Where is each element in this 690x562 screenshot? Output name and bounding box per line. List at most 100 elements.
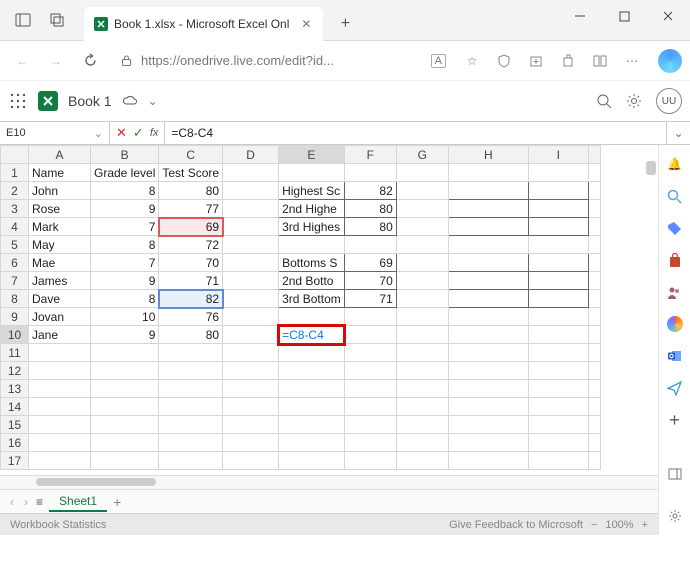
cell-D1[interactable]	[223, 164, 279, 182]
cell-D17[interactable]	[223, 452, 279, 470]
fx-icon[interactable]: fx	[150, 127, 159, 139]
hscroll-thumb[interactable]	[36, 478, 156, 486]
cell-G14[interactable]	[396, 398, 448, 416]
cell-A16[interactable]	[29, 434, 91, 452]
cell-A2[interactable]: John	[29, 182, 91, 200]
cell-C13[interactable]	[159, 380, 223, 398]
cell-D2[interactable]	[223, 182, 279, 200]
cell-B7[interactable]: 9	[91, 272, 159, 290]
nav-back-icon[interactable]: ←	[8, 47, 36, 75]
cell-G7[interactable]	[396, 272, 448, 290]
cell-A1[interactable]: Name	[29, 164, 91, 182]
cell-I16[interactable]	[528, 434, 588, 452]
people-icon[interactable]	[666, 283, 684, 301]
cell-A10[interactable]: Jane	[29, 326, 91, 344]
all-sheets-icon[interactable]: ≡	[36, 495, 43, 509]
more-icon[interactable]: ⋯	[622, 51, 642, 71]
cell-E11[interactable]	[279, 344, 345, 362]
cell-D15[interactable]	[223, 416, 279, 434]
cell-H12[interactable]	[448, 362, 528, 380]
cell-I1[interactable]	[528, 164, 588, 182]
cell-C7[interactable]: 71	[159, 272, 223, 290]
feedback-label[interactable]: Give Feedback to Microsoft	[449, 519, 583, 531]
cell-E16[interactable]	[279, 434, 345, 452]
formula-input[interactable]: =C8-C4	[165, 122, 666, 144]
cell-I10[interactable]	[528, 326, 588, 344]
send-icon[interactable]	[666, 379, 684, 397]
cell-A9[interactable]: Jovan	[29, 308, 91, 326]
vscroll-thumb[interactable]	[646, 161, 656, 175]
cell-A11[interactable]	[29, 344, 91, 362]
row-header-11[interactable]: 11	[1, 344, 29, 362]
cell-G8[interactable]	[396, 290, 448, 308]
row-header-10[interactable]: 10	[1, 326, 29, 344]
row-header-9[interactable]: 9	[1, 308, 29, 326]
cell-B10[interactable]: 9	[91, 326, 159, 344]
col-header-E[interactable]: E	[279, 146, 345, 164]
cell-H13[interactable]	[448, 380, 528, 398]
cell-I8[interactable]	[528, 290, 588, 308]
tag-icon[interactable]	[666, 219, 684, 237]
cell-I14[interactable]	[528, 398, 588, 416]
col-header-G[interactable]: G	[396, 146, 448, 164]
cell-I3[interactable]	[528, 200, 588, 218]
close-window-button[interactable]	[646, 0, 690, 32]
cell-E13[interactable]	[279, 380, 345, 398]
cell-D9[interactable]	[223, 308, 279, 326]
cell-B8[interactable]: 8	[91, 290, 159, 308]
cell-G17[interactable]	[396, 452, 448, 470]
cell-C1[interactable]: Test Score	[159, 164, 223, 182]
cell-A4[interactable]: Mark	[29, 218, 91, 236]
cell-D11[interactable]	[223, 344, 279, 362]
cell-B13[interactable]	[91, 380, 159, 398]
cell-A8[interactable]: Dave	[29, 290, 91, 308]
col-header-H[interactable]: H	[448, 146, 528, 164]
enter-formula-icon[interactable]: ✓	[133, 125, 144, 141]
zoom-out-button[interactable]: −	[591, 519, 597, 531]
cell-F16[interactable]	[344, 434, 396, 452]
cell-F4[interactable]: 80	[344, 218, 396, 236]
col-header-C[interactable]: C	[159, 146, 223, 164]
cell-H14[interactable]	[448, 398, 528, 416]
cell-I2[interactable]	[528, 182, 588, 200]
cell-D3[interactable]	[223, 200, 279, 218]
cell-F12[interactable]	[344, 362, 396, 380]
rail-search-icon[interactable]	[666, 187, 684, 205]
reading-mode-icon[interactable]: A	[431, 54, 446, 68]
cell-H1[interactable]	[448, 164, 528, 182]
cell-G6[interactable]	[396, 254, 448, 272]
cell-F5[interactable]	[344, 236, 396, 254]
cell-D12[interactable]	[223, 362, 279, 380]
extensions-icon[interactable]	[558, 51, 578, 71]
col-header-B[interactable]: B	[91, 146, 159, 164]
cell-H9[interactable]	[448, 308, 528, 326]
cell-E3[interactable]: 2nd Highe	[279, 200, 345, 218]
cell-C15[interactable]	[159, 416, 223, 434]
cell-C4[interactable]: 69	[159, 218, 223, 236]
row-header-17[interactable]: 17	[1, 452, 29, 470]
cell-D14[interactable]	[223, 398, 279, 416]
col-header-A[interactable]: A	[29, 146, 91, 164]
add-sheet-button[interactable]: +	[113, 494, 121, 510]
cell-G12[interactable]	[396, 362, 448, 380]
cell-F9[interactable]	[344, 308, 396, 326]
row-header-16[interactable]: 16	[1, 434, 29, 452]
collections-icon[interactable]	[526, 51, 546, 71]
cell-G5[interactable]	[396, 236, 448, 254]
cell-F10[interactable]	[344, 326, 396, 344]
cell-C3[interactable]: 77	[159, 200, 223, 218]
chevron-down-icon[interactable]: ⌄	[94, 127, 103, 140]
cell-A7[interactable]: James	[29, 272, 91, 290]
cell-I11[interactable]	[528, 344, 588, 362]
cell-G11[interactable]	[396, 344, 448, 362]
close-tab-icon[interactable]: ✕	[299, 15, 313, 33]
col-header-I[interactable]: I	[528, 146, 588, 164]
cell-E17[interactable]	[279, 452, 345, 470]
cell-B11[interactable]	[91, 344, 159, 362]
settings-icon[interactable]	[626, 93, 642, 109]
cell-I12[interactable]	[528, 362, 588, 380]
prev-sheet-icon[interactable]: ‹	[8, 495, 16, 509]
cell-H6[interactable]	[448, 254, 528, 272]
workbook-stats-label[interactable]: Workbook Statistics	[10, 519, 106, 531]
cell-I15[interactable]	[528, 416, 588, 434]
